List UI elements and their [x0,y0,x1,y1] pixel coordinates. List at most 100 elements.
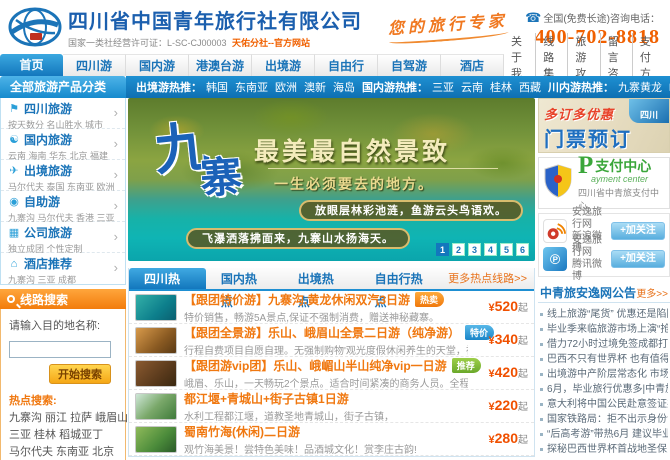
tour-title-link[interactable]: 【跟团特价游】九寨沟.黄龙休闲双汽3日游 [184,291,410,308]
tab-sichuan-hot[interactable]: 四川热点 [129,268,206,289]
tour-title-link[interactable]: 蜀南竹海(休闲)二日游 [184,423,300,440]
ticket-booking-title: 门票预订 [544,123,669,152]
page-title: 四川省中国青年旅行社有限公司 [68,10,362,34]
tab-freetravel-hot[interactable]: 自由行热点 [360,268,449,289]
hot-link[interactable]: 韩国 [206,79,228,95]
list-item[interactable]: 出境游中产阶层常态化 市场需要 [540,367,668,382]
banner-page-button[interactable]: 4 [484,243,497,256]
tour-price: ¥280起 [468,430,528,448]
category-item-outbound[interactable]: ✈ 出境旅游 马尔代夫 泰国 东南亚 欧洲 [1,160,125,191]
category-item-domestic[interactable]: ☯ 国内旅游 云南 海南 华东 北京 福建 [1,129,125,160]
follow-button[interactable]: +加关注 [611,222,665,240]
payment-center-title: 支付中心 [595,156,651,176]
main-content: 九 寨 最美最自然景致 一生必须要去的地方。 放眼层林彩池涟，鱼游云头鸟语欢。 … [126,98,538,460]
tour-thumbnail[interactable] [135,360,177,387]
hot-link[interactable]: 桂林 [490,79,512,95]
hot-search-links[interactable]: 马尔代夫 东南亚 北京 [9,444,117,460]
hot-link[interactable]: 三亚 [432,79,454,95]
hero-banner[interactable]: 九 寨 最美最自然景致 一生必须要去的地方。 放眼层林彩池涟，鱼游云头鸟语欢。 … [128,98,535,261]
chevron-right-icon [114,198,118,213]
band-row: 全部旅游产品分类 出境游热推： 韩国 东南亚 欧洲 澳新 海岛 国内游热推： 三… [0,76,670,98]
hot-search-links[interactable]: 九寨沟 丽江 拉萨 峨眉山 [9,410,117,427]
banner-page-button[interactable]: 3 [468,243,481,256]
sina-weibo-icon [543,219,567,243]
tour-title-link[interactable]: 【跟团全景游】乐山、峨眉山全景二日游（纯净游） [184,324,460,341]
start-search-button[interactable]: 开始搜索 [49,364,111,384]
banner-page-button[interactable]: 6 [516,243,529,256]
ticket-booking-banner[interactable]: 多订多优惠 门票预订 四川 [538,98,670,153]
bullet-dot-icon [540,343,543,346]
category-panel-title: 全部旅游产品分类 [0,76,126,98]
utility-links: 关于我们 线路集锦 旅游攻略 留言咨询 支付方式 [504,54,670,76]
nav-tab-home[interactable]: 首页 [0,54,63,76]
branch-text: 天佑分社--官方网站 [232,38,310,48]
table-row[interactable]: 蜀南竹海(休闲)二日游 观竹海美景！尝特色美味！品酒城文化！赏李庄古韵! ¥28… [129,423,534,456]
category-item-hotel[interactable]: ⌂ 酒店推荐 九寨沟 三亚 成都 [1,253,125,284]
license-text: 国家一类社经营许可证：L-SC-CJ00003 [68,38,227,48]
banner-page-button[interactable]: 5 [500,243,513,256]
main-navigation: 首页 四川游 国内游 港澳台游 出境游 自由行 自驾游 酒店 关于我们 线路集锦… [0,54,670,76]
list-item[interactable]: 线上旅游“尾货” 优惠还是陷阱 [540,307,668,322]
nav-tab-domestic[interactable]: 国内游 [126,54,189,76]
company-logo-icon[interactable] [8,6,62,53]
nav-tab-hotel[interactable]: 酒店 [441,54,504,76]
destination-input[interactable] [9,341,111,358]
list-item[interactable]: 意大利将中国公民赴意签证办理时 [540,397,668,412]
weibo-account-text: 安逸旅行网 腾讯微博 [572,235,611,283]
more-hot-routes-link[interactable]: 更多热点线路>> [448,268,534,289]
list-item[interactable]: 国家铁路局：拒不出示身份证将被 [540,412,668,427]
hot-link[interactable]: 九寨黄龙 [618,79,662,95]
list-item[interactable]: 6月，毕业旅行优惠多|中青旅 [540,382,668,397]
list-item[interactable]: “后高考游”带热6月 建议毕业 [540,427,668,442]
table-row[interactable]: 【跟团全景游】乐山、峨眉山全景二日游（纯净游） 特价 行程自费项目自愿自理。无强… [129,324,534,357]
banner-char: 寨 [198,143,244,207]
license-line: 国家一类社经营许可证：L-SC-CJ00003 天佑分社--官方网站 [68,36,362,49]
hot-link[interactable]: 西藏 [519,79,541,95]
nav-tab-freetravel[interactable]: 自由行 [315,54,378,76]
tab-domestic-hot[interactable]: 国内热点 [206,268,283,289]
nav-tab-sichuan[interactable]: 四川游 [63,54,126,76]
hot-link[interactable]: 海岛 [333,79,355,95]
banner-page-button[interactable]: 1 [436,243,449,256]
hot-link[interactable]: 澳新 [304,79,326,95]
list-item[interactable]: 毕业季来临旅游市场上演“抢客” [540,322,668,337]
table-row[interactable]: 都江堰+青城山+街子古镇1日游 水利工程都江堰，道教圣地青城山，街子古镇， ¥2… [129,390,534,423]
nav-tabs: 首页 四川游 国内游 港澳台游 出境游 自由行 自驾游 酒店 [0,54,504,76]
bullet-dot-icon [540,418,543,421]
tour-thumbnail[interactable] [135,327,177,354]
follow-button[interactable]: +加关注 [611,250,665,268]
bullet-dot-icon [540,448,543,451]
shield-icon [543,164,573,203]
nav-tab-hkmotw[interactable]: 港澳台游 [189,54,252,76]
tour-title-link[interactable]: 【跟团游vip团】乐山、峨嵋山半山纯净vip一日游 [184,357,447,374]
nav-tab-outbound[interactable]: 出境游 [252,54,315,76]
banner-page-button[interactable]: 2 [452,243,465,256]
list-item[interactable]: 巴西不只有世界杯 也有值得去旅 [540,352,668,367]
list-item[interactable]: 探秘巴西世界杯首战地圣保罗 体 [540,442,668,457]
route-search-header: 线路搜索 [0,289,126,309]
category-item-sichuan[interactable]: ⚑ 四川旅游 按天数分 名山胜水 城市 [1,98,125,129]
category-item-company[interactable]: ▦ 公司旅游 独立成团 个性定制 [1,222,125,253]
payment-center-panel[interactable]: P 支付中心 ayment center 四川省中青旅支付中心 [538,157,670,209]
notice-board-header: 中青旅安逸网公告 更多>> [538,283,670,303]
tour-description: 水利工程都江堰，道教圣地青城山，街子古镇， [184,408,468,423]
tour-thumbnail[interactable] [135,426,177,453]
tour-title-link[interactable]: 都江堰+青城山+街子古镇1日游 [184,390,349,407]
hot-link[interactable]: 云南 [461,79,483,95]
chevron-right-icon [114,136,118,151]
tab-outbound-hot[interactable]: 出境热点 [283,268,360,289]
bullet-dot-icon [540,328,543,331]
hot-link[interactable]: 欧洲 [275,79,297,95]
table-row[interactable]: 【跟团特价游】九寨沟.黄龙休闲双汽3日游 热卖 特价销售，畅游5A景点,保证不强… [129,291,534,324]
house-icon: ⌂ [8,258,20,270]
nav-tab-selfdrive[interactable]: 自驾游 [378,54,441,76]
hot-link[interactable]: 东南亚 [235,79,268,95]
list-item[interactable]: 借力72小时过境免签成都打造知 [540,337,668,352]
category-item-selfhelp[interactable]: ◉ 自助游 九寨沟 马尔代夫 香港 三亚 [1,191,125,222]
tour-thumbnail[interactable] [135,294,177,321]
hot-search-links[interactable]: 三亚 桂林 稻城亚丁 [9,427,117,444]
table-row[interactable]: 【跟团游vip团】乐山、峨嵋山半山纯净vip一日游 推荐 峨眉、乐山，一天畅玩2… [129,357,534,390]
notice-more-link[interactable]: 更多>> [636,285,668,300]
tour-thumbnail[interactable] [135,393,177,420]
banner-subline: 一生必须要去的地方。 [274,174,434,194]
